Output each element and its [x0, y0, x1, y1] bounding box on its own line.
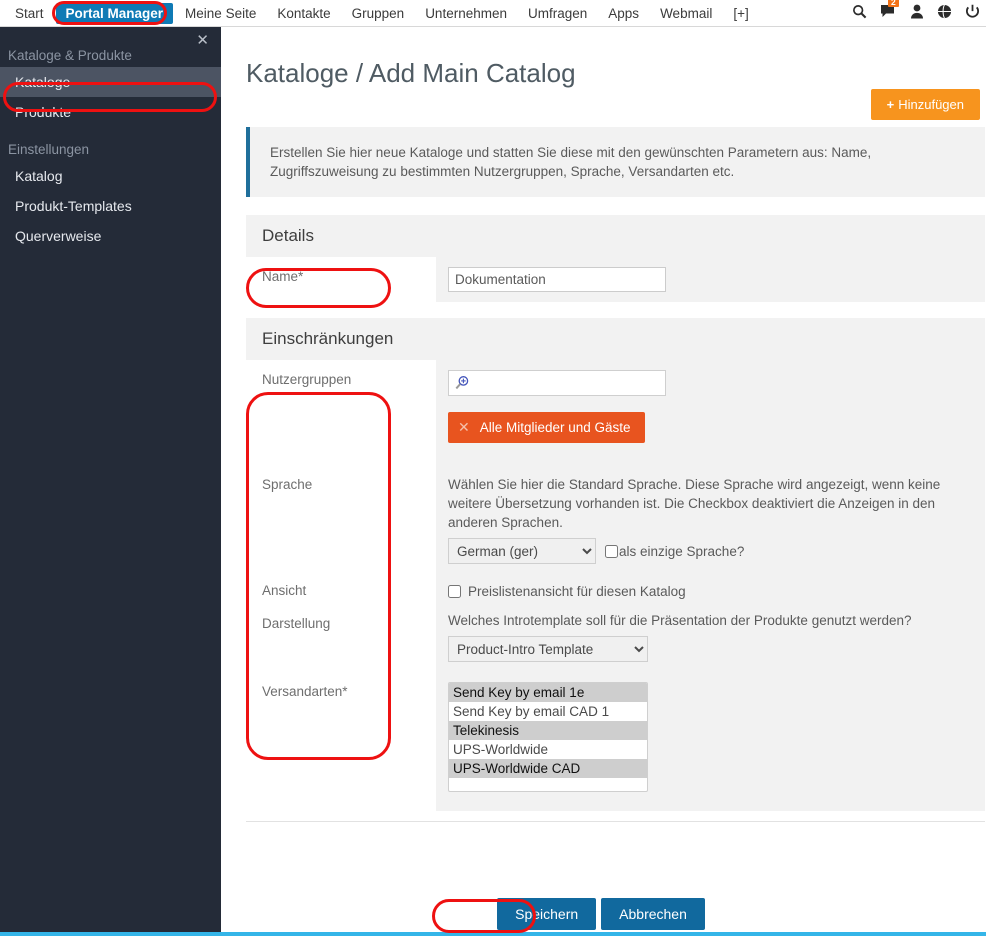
- sidebar-group-title-kataloge-produkte: Kataloge & Produkte: [8, 48, 132, 63]
- nav-item-apps[interactable]: Apps: [599, 3, 648, 24]
- nav-item-unternehmen[interactable]: Unternehmen: [416, 3, 516, 24]
- language-label: Sprache: [262, 477, 313, 492]
- sidebar-group-list: Kataloge & Produkte Kataloge Produkte Einst…: [0, 27, 221, 251]
- shipping-option[interactable]: UPS-Worldwide CAD: [449, 759, 647, 778]
- usergroup-search-box[interactable]: [448, 370, 666, 396]
- usergroups-control-cell: ✕ Alle Mitglieder und Gäste: [436, 360, 985, 465]
- sidebar-item-katalog[interactable]: Katalog: [0, 161, 221, 191]
- intro-template-select[interactable]: Product-Intro Template: [448, 636, 648, 662]
- form-content: Erstellen Sie hier neue Kataloge und sta…: [246, 127, 985, 822]
- add-button[interactable]: + Hinzufügen: [870, 89, 980, 120]
- search-plus-icon: [454, 375, 470, 391]
- pricelist-view-checkbox[interactable]: [448, 585, 461, 598]
- sidebar-group-title-einstellungen: Einstellungen: [8, 142, 90, 157]
- usergroup-tag[interactable]: ✕ Alle Mitglieder und Gäste: [448, 412, 645, 443]
- field-row-view-presentation: Ansicht Darstellung Preislistenansicht f…: [246, 574, 985, 672]
- plus-icon: +: [886, 97, 895, 112]
- nav-item-umfragen[interactable]: Umfragen: [519, 3, 596, 24]
- view-presentation-label-col: Ansicht Darstellung: [246, 574, 436, 672]
- sidebar-item-kataloge[interactable]: Kataloge: [0, 67, 221, 97]
- presentation-label: Darstellung: [262, 616, 331, 631]
- messages-icon[interactable]: 2: [880, 0, 899, 23]
- shipping-option[interactable]: UPS-Worldwide: [449, 740, 647, 759]
- view-label: Ansicht: [262, 583, 307, 598]
- field-row-language: Sprache Wählen Sie hier die Standard Spr…: [246, 465, 985, 574]
- view-presentation-control-cell: Preislistenansicht für diesen Katalog We…: [436, 574, 985, 672]
- field-row-name: Name*: [246, 257, 985, 302]
- single-language-checkbox-wrapper[interactable]: als einzige Sprache?: [605, 544, 744, 559]
- page-title: Kataloge / Add Main Catalog: [246, 58, 576, 89]
- name-input[interactable]: [448, 267, 666, 292]
- language-select[interactable]: German (ger): [448, 538, 596, 564]
- language-control-cell: Wählen Sie hier die Standard Sprache. Di…: [436, 465, 985, 574]
- shipping-methods-list[interactable]: Send Key by email 1eSend Key by email CA…: [448, 682, 648, 792]
- save-button[interactable]: Speichern: [497, 898, 597, 930]
- usergroups-label: Nutzergruppen: [262, 372, 352, 387]
- tag-remove-icon[interactable]: ✕: [458, 419, 470, 436]
- shipping-control-cell: Send Key by email 1eSend Key by email CA…: [436, 672, 985, 811]
- cancel-button[interactable]: Abbrechen: [601, 898, 705, 930]
- language-help-text: Wählen Sie hier die Standard Sprache. Di…: [448, 477, 941, 530]
- nav-item-webmail[interactable]: Webmail: [651, 3, 721, 24]
- section-header-restrictions: Einschränkungen: [246, 318, 985, 360]
- shipping-option[interactable]: Send Key by email CAD 1: [449, 702, 647, 721]
- presentation-help-text: Welches Introtemplate soll für die Präse…: [448, 613, 912, 628]
- globe-icon[interactable]: [937, 4, 952, 24]
- name-label: Name*: [262, 269, 304, 284]
- usergroup-tag-label: Alle Mitglieder und Gäste: [479, 420, 631, 435]
- top-nav-items: Start Portal Manager Meine Seite Kontakte Gr…: [0, 2, 758, 24]
- nav-item-gruppen[interactable]: Gruppen: [343, 3, 414, 24]
- shipping-option[interactable]: Send Key by email 1e: [449, 683, 647, 702]
- close-icon[interactable]: ✕: [196, 33, 209, 48]
- footer-divider: [246, 821, 985, 822]
- nav-item-start[interactable]: Start: [6, 3, 53, 24]
- name-control-cell: [436, 257, 985, 302]
- top-navigation-bar: Start Portal Manager Meine Seite Kontakte Gr…: [0, 0, 986, 27]
- shipping-label: Versandarten*: [262, 684, 348, 699]
- single-language-checkbox[interactable]: [605, 544, 618, 558]
- nav-item-[interactable]: [+]: [724, 3, 757, 24]
- field-row-usergroups: Nutzergruppen ✕ Alle Mitglieder und Gäste: [246, 360, 985, 465]
- sidebar-item-querverweise[interactable]: Querverweise: [0, 221, 221, 251]
- messages-badge: 2: [888, 0, 899, 7]
- info-alert: Erstellen Sie hier neue Kataloge und sta…: [246, 127, 985, 197]
- single-language-checkbox-label: als einzige Sprache?: [619, 543, 745, 559]
- user-icon[interactable]: [910, 4, 924, 24]
- sidebar-item-produkte[interactable]: Produkte: [0, 97, 221, 127]
- nav-item-meine-seite[interactable]: Meine Seite: [176, 3, 265, 24]
- top-nav-icon-group: 2: [852, 0, 980, 27]
- search-icon[interactable]: [852, 4, 867, 24]
- sidebar: ✕ Kataloge & Produkte Kataloge Produkte Ein…: [0, 27, 221, 936]
- power-icon[interactable]: [965, 4, 980, 24]
- form-footer: Speichern Abbrechen: [221, 898, 986, 930]
- pricelist-view-checkbox-label: Preislistenansicht für diesen Katalog: [468, 584, 686, 599]
- field-row-shipping: Versandarten* Send Key by email 1eSend K…: [246, 672, 985, 811]
- section-header-details: Details: [246, 215, 985, 257]
- add-button-label: Hinzufügen: [898, 97, 964, 112]
- shipping-option[interactable]: Telekinesis: [449, 721, 647, 740]
- pricelist-view-checkbox-wrapper[interactable]: Preislistenansicht für diesen Katalog: [448, 584, 973, 599]
- usergroup-search-input[interactable]: [474, 374, 654, 392]
- bottom-accent-bar: [0, 932, 986, 936]
- usergroup-tag-list: ✕ Alle Mitglieder und Gäste: [448, 396, 973, 443]
- nav-item-portal-manager[interactable]: Portal Manager: [55, 2, 174, 24]
- main-content: Kataloge / Add Main Catalog + Hinzufügen …: [221, 27, 986, 936]
- nav-item-kontakte[interactable]: Kontakte: [268, 3, 339, 24]
- sidebar-item-produkt-templates[interactable]: Produkt-Templates: [0, 191, 221, 221]
